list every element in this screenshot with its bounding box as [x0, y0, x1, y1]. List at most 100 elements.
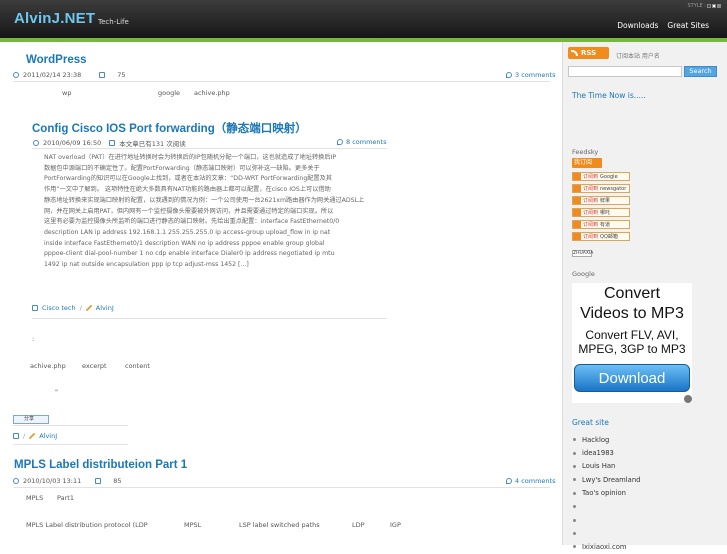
- excerpt-word: achive.php: [194, 89, 230, 97]
- comment-icon: [506, 72, 512, 78]
- feed-icon: [573, 197, 581, 204]
- body-line: 静态地址转换来实现端口映射的配置，以我遇到的情况为例：一个公司使用一台2621x…: [44, 196, 365, 204]
- post-meta: 2010/06/09 16:50 本文章已有131 次阅读: [33, 138, 186, 148]
- style-swatch-2[interactable]: [712, 4, 716, 8]
- feed-icon: [573, 173, 581, 180]
- feed-icon: [573, 185, 581, 192]
- feed-button-google[interactable]: 订阅到 Google: [572, 172, 630, 181]
- author-link[interactable]: AlvinJ: [96, 304, 114, 312]
- list-item[interactable]: Louis Han: [572, 460, 640, 473]
- comments-count: 8 comments: [346, 138, 387, 146]
- post-text: LSP label switched paths: [239, 521, 320, 529]
- feedsky-label: Feedsky: [572, 148, 599, 156]
- nav-downloads[interactable]: Downloads: [617, 21, 658, 30]
- list-item[interactable]: Hacklog: [572, 433, 640, 446]
- list-item[interactable]: [572, 527, 640, 540]
- post-text: Part1: [57, 494, 74, 502]
- excerpt-word: google: [158, 89, 181, 97]
- divider: [13, 444, 128, 445]
- post-date: 2010/06/09 16:50: [43, 139, 102, 147]
- folder-icon: [13, 433, 19, 439]
- bullet-icon: [573, 518, 576, 522]
- feed-name: 鲜果: [600, 198, 611, 204]
- feed-button-qqmail[interactable]: 订阅到 QQ邮箱: [572, 232, 630, 241]
- divider: [13, 425, 128, 426]
- feed-name: newsgator: [600, 185, 627, 192]
- ad-download-button[interactable]: Download: [574, 364, 690, 392]
- body-line: 作用”一文中了解到。 这项特性在绝大多数具有NAT功能的路由器上都可以配置，在c…: [44, 186, 331, 194]
- views-icon: [99, 72, 106, 78]
- clock-icon: [13, 72, 19, 78]
- ad-line: Convert: [603, 285, 661, 302]
- feed-button-xianguo[interactable]: 订阅到 鲜果: [572, 196, 630, 205]
- zhuaxia-badge[interactable]: ZHUAXIA: [572, 250, 593, 257]
- feed-button-nazha[interactable]: 订阅到 哪吒: [572, 208, 630, 217]
- post-meta: 2011/02/14 23:38 75: [13, 71, 126, 79]
- post-text: :: [32, 335, 35, 343]
- post-title[interactable]: WordPress: [26, 54, 87, 66]
- bullet-icon: [573, 545, 576, 549]
- clock-icon: [33, 140, 39, 146]
- post-text: LDP: [352, 521, 365, 529]
- subscribe-tag[interactable]: 我订阅: [572, 158, 602, 168]
- share-button[interactable]: 分享: [13, 415, 49, 424]
- site-link[interactable]: Lwy's Dreamland: [582, 476, 640, 484]
- time-heading: The Time Now is.....: [572, 91, 646, 100]
- feed-prefix: 订阅到: [583, 222, 599, 228]
- feed-prefix: 订阅到: [583, 210, 599, 216]
- post-text: MPSL: [184, 521, 202, 529]
- list-item[interactable]: [572, 500, 640, 513]
- nav-great-sites[interactable]: Great Sites: [667, 21, 709, 30]
- list-item[interactable]: Tao's opinion: [572, 487, 640, 500]
- site-link[interactable]: Ixixiaoxi.com: [582, 543, 627, 551]
- post-text: content: [125, 362, 150, 370]
- post-comments-link[interactable]: 4 comments: [506, 477, 555, 485]
- style-switcher[interactable]: STYLE :: [687, 3, 721, 9]
- feed-prefix: 订阅到: [583, 186, 599, 192]
- site-link[interactable]: idea1983: [582, 449, 614, 457]
- list-item[interactable]: idea1983: [572, 446, 640, 459]
- search-input[interactable]: [568, 66, 682, 77]
- post-body: NAT overload（PAT）在进行地址转换时会为转换后的IP包随机分配一个…: [44, 153, 389, 271]
- body-line: inside interface FastEthernet0/1 descrip…: [44, 239, 325, 247]
- views-icon: [95, 478, 102, 484]
- site-link[interactable]: Hacklog: [582, 436, 609, 444]
- bullet-icon: [573, 438, 576, 442]
- divider: [32, 318, 387, 319]
- feed-button-youdao[interactable]: 订阅到 有道: [572, 220, 630, 229]
- body-line: NAT overload（PAT）在进行地址转换时会为转换后的IP包随机分配一个…: [44, 154, 337, 161]
- post-title[interactable]: MPLS Label distributeion Part 1: [14, 459, 187, 471]
- post-title[interactable]: Config Cisco IOS Port forwarding（静态端口映射）: [32, 120, 307, 136]
- top-nav: Downloads Great Sites: [617, 21, 709, 30]
- style-swatch-3[interactable]: [717, 4, 721, 8]
- post-comments-link[interactable]: 3 comments: [506, 71, 555, 79]
- site-link[interactable]: Tao's opinion: [582, 489, 626, 497]
- site-logo[interactable]: AlvinJ.NET: [14, 10, 95, 27]
- author-link[interactable]: AlvinJ: [39, 432, 57, 440]
- bullet-icon: [573, 505, 576, 509]
- feed-icon: [573, 209, 581, 216]
- rss-button[interactable]: RSS: [568, 47, 609, 59]
- list-item[interactable]: Lwy's Dreamland: [572, 473, 640, 486]
- style-swatch-1[interactable]: [707, 4, 711, 8]
- post-text: MPLS Label distribution protocol (LDP: [26, 521, 148, 529]
- post-footer: / AlvinJ: [13, 432, 57, 440]
- search-button[interactable]: Search: [684, 66, 717, 77]
- body-line: 网，并在网关上启用PAT，但内网有一个监控摄像头需要被外网访问，并且需要通过特定…: [44, 207, 334, 215]
- excerpt-word: wp: [62, 89, 72, 97]
- feed-button-newsgator[interactable]: 订阅到 newsgator: [572, 184, 630, 193]
- site-link[interactable]: Louis Han: [582, 462, 615, 470]
- list-item[interactable]: Ixixiaoxi.com: [572, 540, 640, 553]
- category-link[interactable]: Cisco tech: [42, 304, 76, 312]
- post-date: 2011/02/14 23:38: [23, 71, 82, 79]
- post-comments-link[interactable]: 8 comments: [337, 138, 386, 146]
- folder-icon: [32, 305, 38, 311]
- bullet-icon: [573, 478, 576, 482]
- ad-info-icon[interactable]: [684, 395, 692, 403]
- comment-icon: [506, 478, 512, 484]
- ad-banner[interactable]: Convert Videos to MP3 Convert FLV, AVI, …: [572, 283, 692, 403]
- feed-name: Google: [600, 173, 618, 180]
- list-item[interactable]: [572, 513, 640, 526]
- ad-line: MPEG, 3GP to MP3: [578, 342, 686, 356]
- style-label: STYLE :: [687, 3, 706, 9]
